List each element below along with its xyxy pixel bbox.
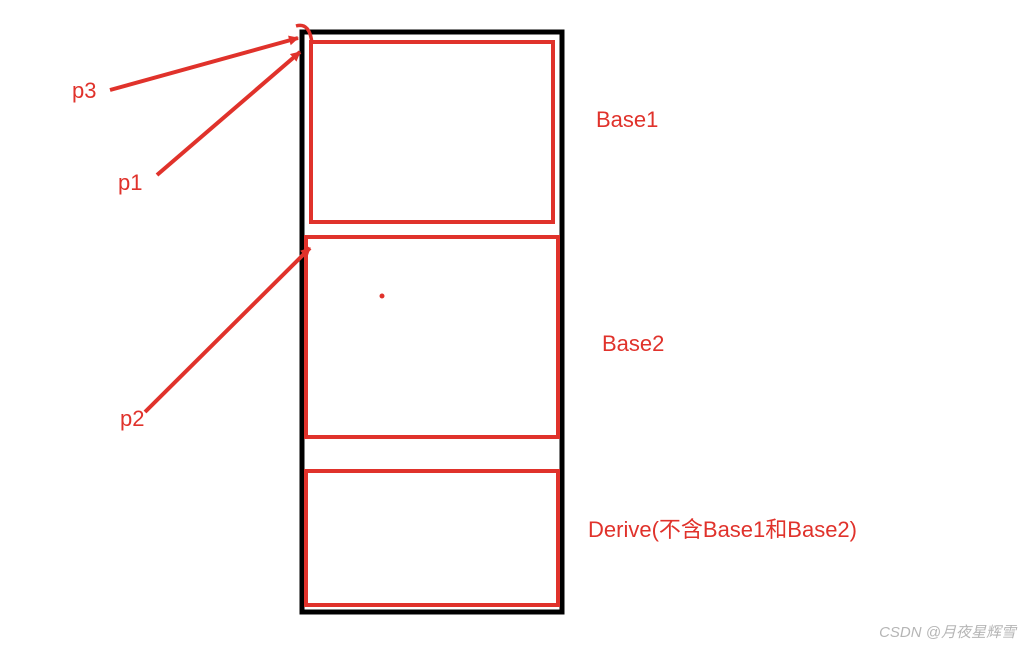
label-base2: Base2 <box>602 331 664 357</box>
block-derive <box>306 471 558 605</box>
memory-layout-diagram <box>0 0 1034 652</box>
outer-container <box>302 32 562 612</box>
block-base1 <box>311 42 553 222</box>
block-base2 <box>306 237 558 437</box>
watermark: CSDN @月夜星辉雪 <box>879 621 1016 642</box>
arrow-p3 <box>110 38 298 90</box>
label-p1: p1 <box>118 170 142 196</box>
stray-dot <box>380 294 385 299</box>
label-p2: p2 <box>120 406 144 432</box>
label-base1: Base1 <box>596 107 658 133</box>
label-p3: p3 <box>72 78 96 104</box>
arrow-p2 <box>145 248 310 412</box>
label-derive: Derive(不含Base1和Base2) <box>588 512 857 544</box>
